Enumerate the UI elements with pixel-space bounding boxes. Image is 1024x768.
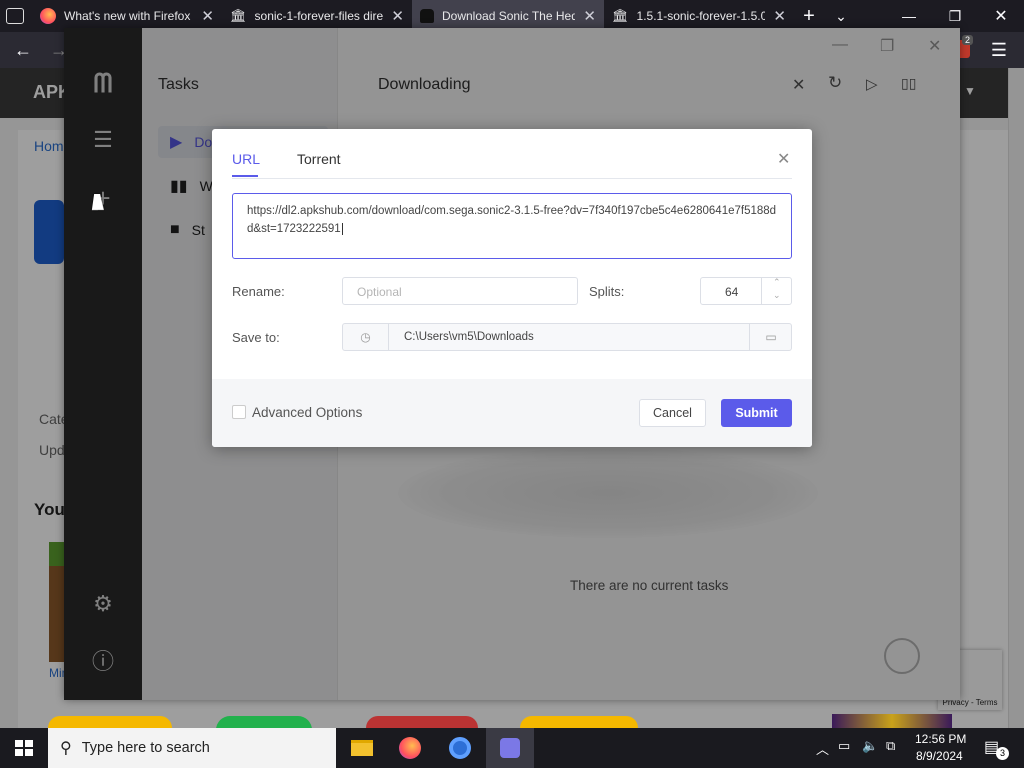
save-path-field[interactable]: ◷ C:\Users\vm5\Downloads ▭ — [342, 323, 792, 351]
archive-icon: 🏛 — [230, 8, 247, 23]
back-icon[interactable]: ← — [8, 32, 38, 68]
tab-overview-icon[interactable] — [6, 8, 24, 24]
tray-chevron-icon[interactable]: ︿ — [816, 739, 829, 758]
file-explorer-icon[interactable] — [338, 728, 386, 768]
text-cursor — [341, 223, 343, 235]
rename-input[interactable]: Optional — [342, 277, 578, 305]
archive-icon: 🏛 — [612, 8, 629, 23]
tab-torrent[interactable]: Torrent — [297, 151, 341, 167]
clock-date[interactable]: 8/9/2024 — [916, 749, 963, 763]
volume-icon[interactable]: 🔈 — [862, 738, 878, 754]
taskbar-search[interactable]: ⚲ Type here to search — [48, 728, 336, 768]
dialog-close-icon[interactable]: ✕ — [777, 149, 790, 169]
tab-title: What's new with Firefox — [64, 9, 191, 23]
submit-button[interactable]: Submit — [721, 399, 792, 427]
firefox-taskbar-icon[interactable] — [386, 728, 434, 768]
save-path-value: C:\Users\vm5\Downloads — [404, 331, 534, 343]
new-task-dialog: URL Torrent ✕ https://dl2.apkshub.com/do… — [212, 129, 812, 447]
dialog-footer: Advanced Options Cancel Submit — [212, 379, 812, 447]
splits-label: Splits: — [589, 284, 625, 299]
firefox-icon — [40, 8, 56, 24]
url-input[interactable]: https://dl2.apkshub.com/download/com.seg… — [232, 193, 792, 259]
display-icon[interactable]: ⧉ — [886, 738, 895, 754]
close-icon[interactable]: ✕ — [583, 7, 596, 25]
search-icon: ⚲ — [60, 740, 72, 757]
window-close-icon[interactable]: ✕ — [978, 0, 1024, 32]
windows-start-icon[interactable] — [15, 740, 33, 756]
rename-label: Rename: — [232, 284, 285, 299]
advanced-options-checkbox[interactable] — [232, 405, 246, 419]
save-to-label: Save to: — [232, 330, 280, 345]
tab-title: 1.5.1-sonic-forever-1.5.0- — [636, 9, 766, 23]
splits-stepper[interactable]: 64 ⌃ ⌄ — [700, 277, 792, 305]
clock-time[interactable]: 12:56 PM — [915, 732, 966, 746]
badge-count: 2 — [962, 35, 974, 45]
active-tab-indicator — [232, 175, 258, 177]
menu-icon[interactable]: ☰ — [984, 32, 1014, 68]
rename-placeholder: Optional — [357, 285, 402, 299]
motrix-taskbar-icon[interactable] — [486, 728, 534, 768]
dialog-tabs: URL Torrent — [232, 129, 792, 179]
tab-title: Download Sonic The Hed — [442, 9, 576, 23]
network-icon[interactable]: ▭ — [838, 738, 850, 754]
stepper-controls: ⌃ ⌄ — [761, 277, 792, 304]
advanced-options-label[interactable]: Advanced Options — [252, 405, 362, 420]
close-icon[interactable]: ✕ — [201, 7, 214, 25]
search-placeholder: Type here to search — [81, 740, 210, 756]
history-icon[interactable]: ◷ — [343, 324, 389, 350]
splits-value: 64 — [725, 285, 739, 299]
notification-count: 3 — [996, 747, 1009, 760]
chrome-icon[interactable] — [436, 728, 484, 768]
url-text: https://dl2.apkshub.com/download/com.seg… — [247, 205, 777, 235]
mouse-cursor-icon — [91, 194, 107, 210]
windows-taskbar: ⚲ Type here to search ︿ ▭ 🔈 ⧉ 12:56 PM 8… — [0, 728, 1024, 768]
folder-icon[interactable]: ▭ — [749, 324, 792, 350]
tab-title: sonic-1-forever-files dire — [254, 9, 384, 23]
android-icon — [420, 9, 434, 23]
decrement-icon[interactable]: ⌄ — [773, 290, 781, 301]
close-icon[interactable]: ✕ — [391, 7, 404, 25]
tab-url[interactable]: URL — [232, 151, 260, 167]
increment-icon[interactable]: ⌃ — [773, 277, 781, 288]
close-icon[interactable]: ✕ — [773, 7, 786, 25]
cancel-button[interactable]: Cancel — [639, 399, 706, 427]
